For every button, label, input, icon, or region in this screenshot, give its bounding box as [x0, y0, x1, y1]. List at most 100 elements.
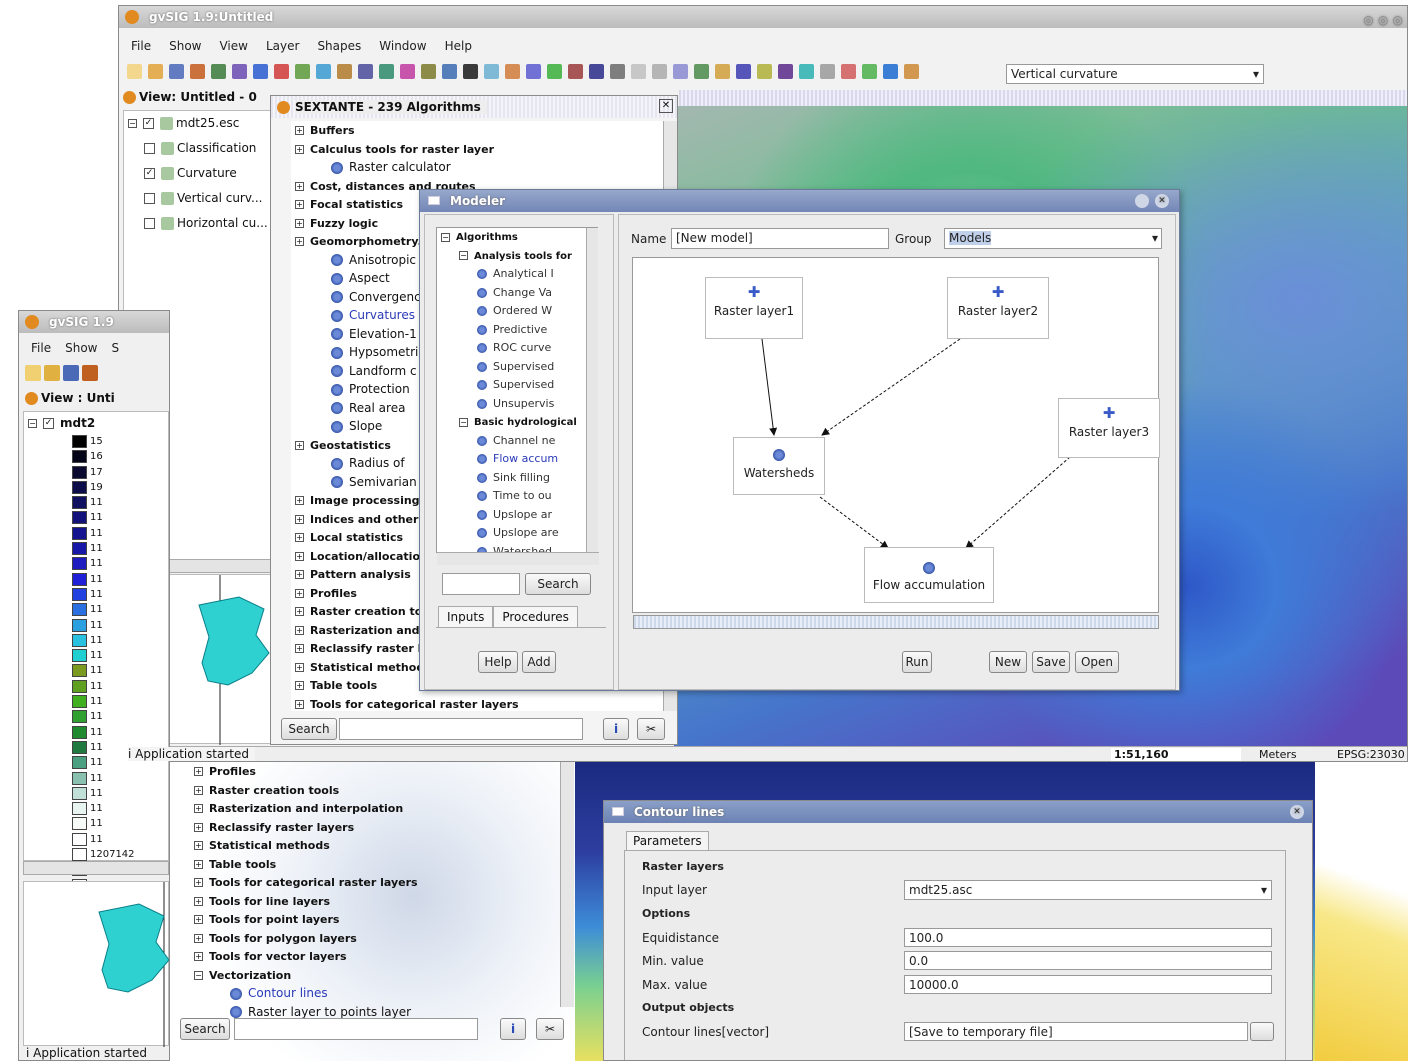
toolbar-tool-icon[interactable]	[631, 64, 646, 79]
bottom-search-button[interactable]: Search	[180, 1018, 230, 1040]
toc-layer[interactable]: Vertical curv...	[124, 186, 272, 211]
toolbar-tool-icon[interactable]	[337, 64, 352, 79]
modeler-tree-hscroll[interactable]	[437, 552, 599, 565]
second-layer-name[interactable]: mdt2	[60, 416, 95, 430]
modeler-tree-algorithm[interactable]: Sink filling	[437, 469, 597, 488]
toc-layer[interactable]: ✓ Curvature	[124, 161, 272, 186]
model-canvas-hscroll[interactable]	[633, 615, 1159, 629]
toolbar-tool-icon[interactable]	[862, 64, 877, 79]
modeler-search-input[interactable]	[442, 573, 520, 595]
toolbar-tool-icon[interactable]	[736, 64, 751, 79]
menu-show[interactable]: Show	[169, 39, 201, 53]
modeler-tree-algorithm[interactable]: Unsupervis	[437, 395, 597, 414]
tree-group[interactable]: + Tools for line layers	[190, 892, 560, 911]
info-button[interactable]: i	[603, 718, 629, 740]
toolbar-tool-icon[interactable]	[673, 64, 688, 79]
tree-group[interactable]: + Tools for point layers	[190, 910, 560, 929]
toolbar-tool-icon[interactable]	[799, 64, 814, 79]
close-icon[interactable]: ✕	[1155, 194, 1169, 208]
toc-layer[interactable]: − ✓ mdt25.esc	[124, 111, 272, 136]
max-value-input[interactable]: 10000.0	[904, 975, 1272, 994]
toolbar-tool-icon[interactable]	[883, 64, 898, 79]
modeler-tree-algorithm[interactable]: Upslope ar	[437, 506, 597, 525]
toolbar-tool-icon[interactable]	[505, 64, 520, 79]
units-value[interactable]: Meters	[1259, 748, 1297, 761]
toolbar-tool-icon[interactable]	[841, 64, 856, 79]
toolbar-tool-icon[interactable]	[547, 64, 562, 79]
tree-group[interactable]: + Buffers	[291, 121, 666, 140]
tree-group[interactable]: + Table tools	[190, 855, 560, 874]
contour-tab-parameters[interactable]: Parameters	[626, 831, 709, 850]
modeler-tree-group[interactable]: − Algorithms	[437, 228, 597, 247]
bottom-info-button[interactable]: i	[500, 1018, 526, 1040]
toolbar-tool-icon[interactable]	[421, 64, 436, 79]
min-value-input[interactable]: 0.0	[904, 951, 1272, 970]
modeler-tree-algorithm[interactable]: Supervised	[437, 376, 597, 395]
layer-combo[interactable]: Vertical curvature ▾	[1006, 64, 1264, 84]
modeler-tree-algorithm[interactable]: Upslope are	[437, 524, 597, 543]
tools-button[interactable]: ✂	[637, 718, 665, 740]
toc-layer[interactable]: Classification	[124, 136, 272, 161]
modeler-add-button[interactable]: Add	[522, 651, 556, 673]
window-controls[interactable]: ◎ ◎ ◎	[1363, 9, 1403, 31]
node-watersheds[interactable]: Watersheds	[733, 437, 825, 495]
tree-group[interactable]: − Vectorization	[190, 966, 560, 985]
toolbar-tool-icon[interactable]	[274, 64, 289, 79]
toolbar-tool-icon[interactable]	[358, 64, 373, 79]
modeler-help-button[interactable]: Help	[478, 651, 518, 673]
toolbar-tool-icon[interactable]	[190, 64, 205, 79]
sextante-close-icon[interactable]: ✕	[659, 99, 673, 113]
bottom-tools-button[interactable]: ✂	[536, 1018, 564, 1040]
contour-output-browse-button[interactable]	[1250, 1022, 1274, 1041]
bottom-vscroll[interactable]	[560, 762, 574, 1007]
toolbar-tool-icon[interactable]	[316, 64, 331, 79]
modeler-tree-algorithm[interactable]: Supervised	[437, 358, 597, 377]
node-raster-layer3[interactable]: ✚ Raster layer3	[1058, 398, 1160, 458]
equidistance-input[interactable]: 100.0	[904, 928, 1272, 947]
modeler-tree-algorithm[interactable]: Flow accum	[437, 450, 597, 469]
contour-close-icon[interactable]: ✕	[1290, 805, 1304, 819]
menu-file[interactable]: File	[131, 39, 151, 53]
modeler-tree-vscroll[interactable]	[586, 228, 598, 552]
second-menu-item[interactable]: Show	[65, 341, 97, 355]
modeler-tree-algorithm[interactable]: ROC curve	[437, 339, 597, 358]
second-hscroll[interactable]	[23, 861, 169, 875]
input-layer-select[interactable]: mdt25.asc ▾	[904, 880, 1272, 900]
tree-group[interactable]: + Calculus tools for raster layer	[291, 140, 666, 159]
sextante-search-button[interactable]: Search	[281, 718, 337, 740]
toolbar-tool-icon[interactable]	[778, 64, 793, 79]
toolbar-tool-icon[interactable]	[400, 64, 415, 79]
node-flow-accumulation[interactable]: Flow accumulation	[864, 547, 994, 603]
toolbar-tool-icon[interactable]	[526, 64, 541, 79]
modeler-search-button[interactable]: Search	[525, 573, 591, 595]
scale-value[interactable]: 1:51,160	[1111, 748, 1241, 761]
toolbar-tool-icon[interactable]	[127, 64, 142, 79]
menu-layer[interactable]: Layer	[266, 39, 299, 53]
minimize-icon[interactable]	[1135, 194, 1149, 208]
tree-algorithm[interactable]: Raster calculator	[291, 158, 666, 177]
sextante-search-input[interactable]	[339, 718, 583, 740]
tree-group[interactable]: + Tools for categorical raster layers	[190, 873, 560, 892]
node-raster-layer2[interactable]: ✚ Raster layer2	[947, 277, 1049, 339]
modeler-tree-algorithm[interactable]: Analytical I	[437, 265, 597, 284]
toolbar-tool-icon[interactable]	[169, 64, 184, 79]
toolbar-tool-icon[interactable]	[442, 64, 457, 79]
tab-inputs[interactable]: Inputs	[438, 606, 494, 627]
bottom-search-input[interactable]	[234, 1018, 478, 1040]
menu-view[interactable]: View	[219, 39, 247, 53]
tree-group[interactable]: + Raster creation tools	[190, 781, 560, 800]
model-group-select[interactable]: Models ▾	[944, 228, 1162, 249]
node-raster-layer1[interactable]: ✚ Raster layer1	[705, 277, 803, 339]
run-button[interactable]: Run	[902, 651, 932, 673]
tab-procedures[interactable]: Procedures	[493, 606, 578, 627]
second-menu-item[interactable]: S	[111, 341, 119, 355]
tree-group[interactable]: + Profiles	[190, 762, 560, 781]
toolbar-tool-icon[interactable]	[652, 64, 667, 79]
toolbar-tool-icon[interactable]	[379, 64, 394, 79]
modeler-tree-group[interactable]: − Analysis tools for	[437, 247, 597, 266]
toolbar-tool-icon[interactable]	[694, 64, 709, 79]
new-button[interactable]: New	[989, 651, 1027, 673]
toolbar-tool-icon[interactable]	[904, 64, 919, 79]
modeler-tree-group[interactable]: − Basic hydrological	[437, 413, 597, 432]
toolbar-tool-icon[interactable]	[295, 64, 310, 79]
